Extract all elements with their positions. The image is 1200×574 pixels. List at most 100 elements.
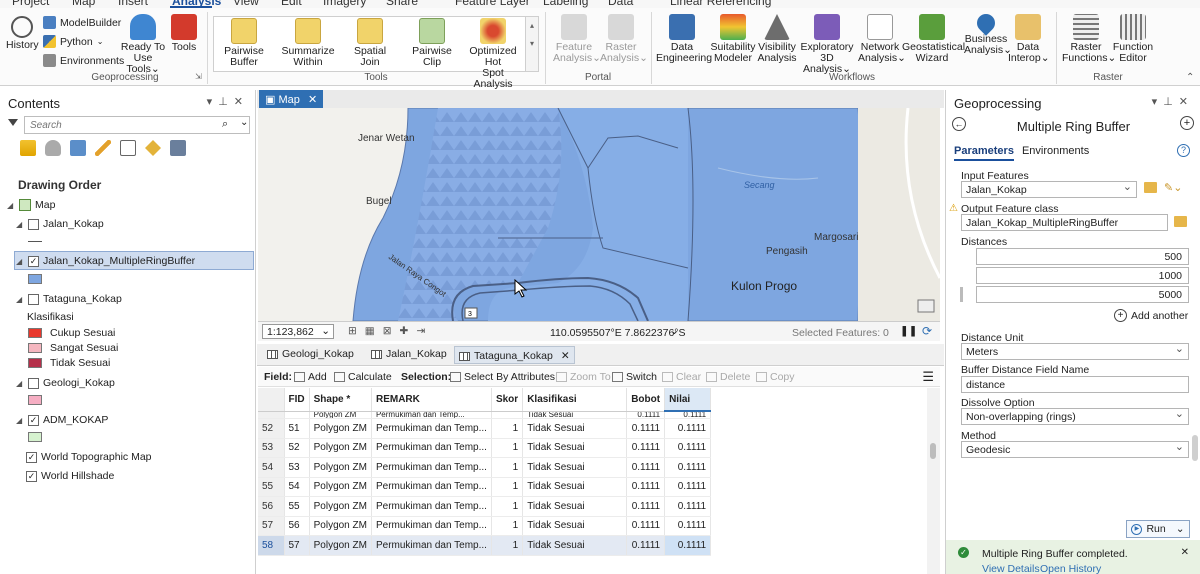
network-analysis-button[interactable]: Network Analysis⌄ <box>858 14 906 64</box>
spatial-join-button[interactable]: Spatial Join <box>346 18 394 68</box>
zoom-to-button[interactable]: Zoom To <box>556 371 611 383</box>
layer-world-topographic-map[interactable]: ✓ World Topographic Map <box>26 451 152 463</box>
tab-environments[interactable]: Environments <box>1022 145 1089 161</box>
layer-tataguna-kokap[interactable]: ◢ Tataguna_Kokap <box>16 293 122 305</box>
pairwise-buffer-button[interactable]: Pairwise Buffer <box>220 18 268 68</box>
visibility-checkbox[interactable] <box>28 377 39 389</box>
column-header-remark[interactable]: REMARK <box>371 388 492 412</box>
tab-map[interactable]: Map <box>72 0 95 8</box>
layer-geologi-kokap[interactable]: ◢ Geologi_Kokap <box>16 377 115 389</box>
dialog-launcher-icon[interactable]: ⇲ <box>195 72 202 81</box>
collapse-triangle-icon[interactable]: ◢ <box>7 201 15 210</box>
list-by-perspective-icon[interactable] <box>170 140 186 156</box>
method-dropdown[interactable]: Geodesic <box>961 441 1189 458</box>
visibility-checkbox[interactable] <box>28 218 39 230</box>
close-icon[interactable]: ✕ <box>1179 96 1194 108</box>
copy-button[interactable]: Copy <box>756 371 795 383</box>
collapse-ribbon-icon[interactable]: ⌃ <box>1186 72 1194 83</box>
list-by-snapping-icon[interactable] <box>120 140 136 156</box>
visibility-checkbox[interactable] <box>28 293 39 305</box>
list-by-editing-icon[interactable] <box>95 140 111 156</box>
ready-to-use-tools-button[interactable]: Ready To Use Tools⌄ <box>120 14 166 75</box>
add-another-button[interactable]: + Add another <box>1114 309 1188 322</box>
column-header-row-number[interactable] <box>258 388 285 412</box>
search-icon[interactable]: ⌕ <box>222 118 228 131</box>
drag-handle[interactable] <box>960 287 963 302</box>
calculate-field-button[interactable]: Calculate <box>334 371 392 383</box>
pane-scrollbar-thumb[interactable] <box>1192 435 1198 461</box>
data-engineering-button[interactable]: Data Engineering <box>656 14 712 64</box>
folder-icon[interactable] <box>1144 182 1157 193</box>
column-header-nilai[interactable]: Nilai <box>664 388 712 412</box>
table-row-selected[interactable]: 58 57 Polygon ZM Permukiman dan Temp... 1 Tid… <box>258 535 712 556</box>
table-row[interactable]: 54 53 Polygon ZM Permukiman dan Temp... 1 Tid… <box>258 457 712 478</box>
buffer-distance-field-input[interactable]: distance <box>961 376 1189 393</box>
gallery-scroll-buttons[interactable]: ▴ ▾ <box>526 16 539 72</box>
select-by-attributes-button[interactable]: Select By Attributes <box>450 371 555 383</box>
collapse-triangle-icon[interactable]: ◢ <box>16 416 24 425</box>
refresh-icon[interactable]: ⟳ <box>922 324 932 338</box>
exploratory-3d-analysis-button[interactable]: Exploratory 3D Analysis⌄ <box>797 14 857 75</box>
clear-selection-button[interactable]: Clear <box>662 371 701 383</box>
tab-imagery[interactable]: Imagery <box>323 0 366 8</box>
tab-parameters[interactable]: Parameters <box>954 145 1014 161</box>
close-icon[interactable]: ✕ <box>234 96 249 108</box>
pencil-icon[interactable]: ✎⌄ <box>1164 181 1182 194</box>
tab-feature-layer[interactable]: Feature Layer <box>455 0 530 8</box>
layer-jalan-kokap[interactable]: ◢ Jalan_Kokap <box>16 218 104 230</box>
pin-icon[interactable]: ⊥ <box>218 96 234 108</box>
table-row[interactable]: 53 52 Polygon ZM Permukiman dan Temp... 1 Tid… <box>258 438 712 458</box>
close-icon[interactable]: ✕ <box>308 94 317 106</box>
pane-menu-icon[interactable]: ▾ <box>207 96 219 108</box>
switch-selection-button[interactable]: Switch <box>612 371 657 383</box>
summarize-within-button[interactable]: Summarize Within <box>280 18 336 68</box>
map-scale-input[interactable]: 1:123,862 ⌄ <box>262 324 334 339</box>
map-canvas[interactable]: Jenar Wetan Bugel Secang Pengasih Margos… <box>258 108 940 321</box>
tab-table-geologi-kokap[interactable]: Geologi_Kokap <box>263 348 358 360</box>
add-icon[interactable]: + <box>1180 116 1194 130</box>
layer-world-hillshade[interactable]: ✓ World Hillshade <box>26 470 114 482</box>
contents-search-input[interactable] <box>24 116 250 134</box>
tab-data[interactable]: Data <box>608 0 633 8</box>
list-by-source-icon[interactable] <box>45 140 61 156</box>
collapse-triangle-icon[interactable]: ◢ <box>16 295 24 304</box>
scrollbar-thumb[interactable] <box>930 443 936 459</box>
output-feature-class-input[interactable]: Jalan_Kokap_MultipleRingBuffer <box>961 214 1168 231</box>
list-by-labeling-icon[interactable] <box>145 140 161 156</box>
collapse-triangle-icon[interactable]: ◢ <box>16 220 24 229</box>
column-header-skor[interactable]: Skor <box>491 388 524 412</box>
raster-analysis-button[interactable]: Raster Analysis⌄ <box>600 14 648 64</box>
python-button[interactable]: Python ⌄ <box>43 35 103 48</box>
layer-jalan-kokap-multipleringbuffer[interactable]: ◢ ✓ Jalan_Kokap_MultipleRingBuffer <box>16 255 195 267</box>
visibility-checkbox-checked[interactable]: ✓ <box>26 451 37 463</box>
tab-labeling[interactable]: Labeling <box>543 0 588 8</box>
column-header-bobot[interactable]: Bobot <box>626 388 666 412</box>
close-icon[interactable]: ✕ <box>1181 547 1189 558</box>
open-history-link[interactable]: Open History <box>1040 563 1101 574</box>
column-header-shape[interactable]: Shape * <box>309 388 372 412</box>
run-button[interactable]: ▶ Run ⌄ <box>1126 520 1190 538</box>
business-analysis-button[interactable]: Business Analysis⌄ <box>964 10 1012 56</box>
folder-icon[interactable] <box>1174 216 1187 227</box>
table-row[interactable]: 55 54 Polygon ZM Permukiman dan Temp... 1 Tid… <box>258 477 712 497</box>
modelbuilder-button[interactable]: ModelBuilder <box>43 16 121 29</box>
geostatistical-wizard-button[interactable]: Geostatistical Wizard <box>902 14 965 64</box>
table-row[interactable]: 52 51 Polygon ZM Permukiman dan Temp... 1 Tid… <box>258 418 712 439</box>
view-details-link[interactable]: View Details <box>982 563 1040 574</box>
close-icon[interactable]: ✕ <box>561 350 570 362</box>
pin-icon[interactable]: ⊥ <box>1163 96 1179 108</box>
table-menu-icon[interactable]: ☰ <box>922 369 934 385</box>
delete-button[interactable]: Delete <box>706 371 750 383</box>
add-field-button[interactable]: Add <box>294 371 327 383</box>
layer-adm-kokap[interactable]: ◢ ✓ ADM_KOKAP <box>16 414 108 426</box>
table-vertical-scrollbar[interactable] <box>927 388 940 574</box>
pane-menu-icon[interactable]: ▾ <box>1152 96 1164 108</box>
table-row[interactable]: 57 56 Polygon ZM Permukiman dan Temp... 1 Tid… <box>258 516 712 536</box>
suitability-modeler-button[interactable]: Suitability Modeler <box>710 14 756 64</box>
tab-map-view[interactable]: ▣ Map ✕ <box>259 90 324 108</box>
list-by-selection-icon[interactable] <box>70 140 86 156</box>
chevron-down-icon[interactable]: ⌄ <box>240 117 248 128</box>
input-features-dropdown[interactable]: Jalan_Kokap <box>961 181 1137 198</box>
table-row[interactable]: 56 55 Polygon ZM Permukiman dan Temp... 1 Tid… <box>258 496 712 517</box>
environments-button[interactable]: Environments <box>43 54 124 67</box>
